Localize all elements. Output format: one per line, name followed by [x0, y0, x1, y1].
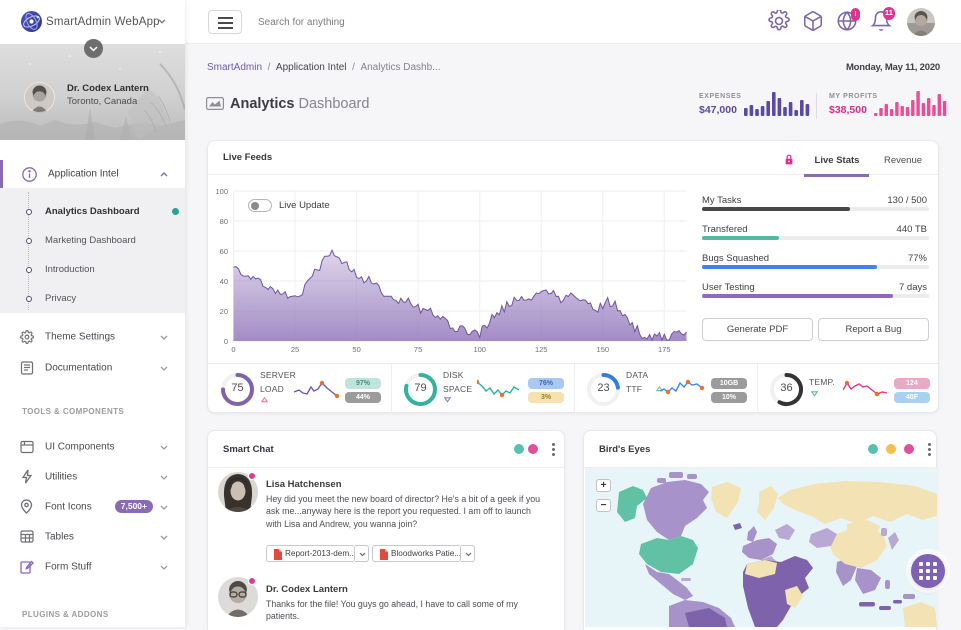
svg-text:0: 0	[224, 337, 228, 346]
svg-text:150: 150	[597, 345, 610, 354]
svg-text:100: 100	[473, 345, 486, 354]
svg-text:25: 25	[291, 345, 299, 354]
svg-text:100: 100	[215, 187, 228, 196]
svg-text:125: 125	[535, 345, 548, 354]
svg-text:80: 80	[220, 217, 228, 226]
svg-text:20: 20	[220, 307, 228, 316]
svg-text:175: 175	[658, 345, 671, 354]
svg-text:40: 40	[220, 277, 228, 286]
svg-text:75: 75	[414, 345, 422, 354]
svg-text:0: 0	[231, 345, 235, 354]
svg-text:60: 60	[220, 247, 228, 256]
svg-text:50: 50	[352, 345, 360, 354]
